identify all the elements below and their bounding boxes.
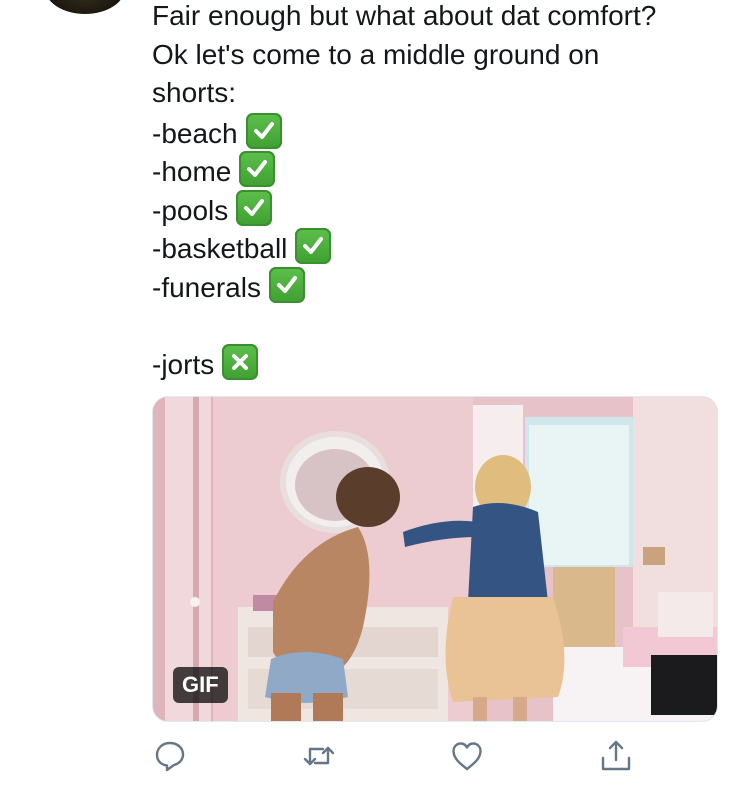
gif-media[interactable]: GIF xyxy=(152,396,718,722)
retweet-icon xyxy=(303,746,335,766)
check-mark-icon xyxy=(245,112,282,149)
list-item-label: -basketball xyxy=(152,233,288,264)
gif-badge: GIF xyxy=(173,667,228,703)
cross-mark-icon xyxy=(222,343,259,380)
reply-button[interactable] xyxy=(150,736,190,776)
share-button[interactable] xyxy=(596,736,636,776)
list-item-home: -home xyxy=(152,151,732,190)
check-mark-icon xyxy=(239,151,276,187)
like-button[interactable] xyxy=(447,736,487,776)
check-mark-icon xyxy=(268,266,305,303)
list-item-beach: -beach xyxy=(152,112,732,152)
gif-scene-image xyxy=(153,397,717,721)
tweet-line: Fair enough but what about dat comfort? xyxy=(152,0,657,31)
check-mark-icon xyxy=(295,228,332,264)
avatar[interactable] xyxy=(45,0,125,14)
list-item-funerals: -funerals xyxy=(152,266,732,306)
tweet-text: Fair enough but what about dat comfort? … xyxy=(152,0,732,382)
list-item-label: -funerals xyxy=(152,271,261,303)
list-item-label: -jorts xyxy=(152,348,215,380)
tweet-line: Ok let's come to a middle ground on xyxy=(152,38,600,70)
list-item-label: -beach xyxy=(152,117,238,149)
tweet-line: shorts: xyxy=(152,77,237,108)
list-item-pools: -pools xyxy=(152,189,732,229)
like-icon xyxy=(452,742,482,771)
list-item-basketball: -basketball xyxy=(152,228,732,267)
list-item-label: -pools xyxy=(152,194,229,226)
list-item-label: -home xyxy=(152,156,232,187)
retweet-button[interactable] xyxy=(299,736,339,776)
check-mark-icon xyxy=(236,189,273,226)
reply-icon xyxy=(155,741,185,772)
share-icon xyxy=(601,740,631,771)
list-item-jorts: -jorts xyxy=(152,343,732,383)
tweet-actions xyxy=(0,736,749,776)
